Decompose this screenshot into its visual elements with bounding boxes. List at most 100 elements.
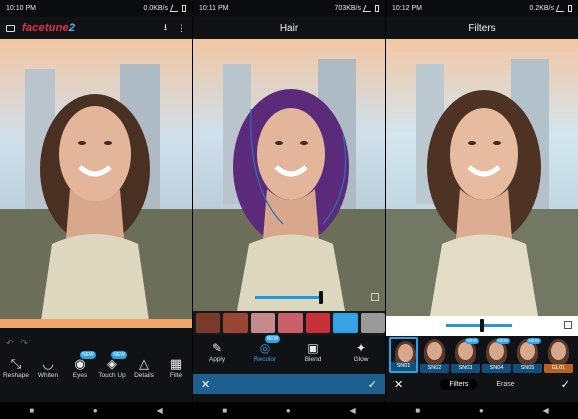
cancel-icon[interactable]: ✕ [201, 378, 210, 391]
color-swatch[interactable] [196, 313, 221, 333]
undo-icon[interactable]: ↶ [6, 338, 14, 349]
recents-icon[interactable]: ■ [29, 406, 34, 415]
filter-thumb-selected[interactable]: SN01 [389, 337, 418, 373]
phone-screen-hair: 10:11 PM 703KB/s Hair ✎ Apply ◎ NEW Reco… [193, 0, 385, 419]
undo-redo-row: ↶ ↷ [0, 336, 192, 350]
tab-erase[interactable]: Erase [487, 379, 523, 390]
tool-details[interactable]: △ Details [128, 356, 160, 379]
filter-label: SN05 [513, 364, 542, 373]
home-icon[interactable]: ● [286, 406, 291, 415]
slider-knob[interactable] [319, 291, 323, 304]
color-swatch[interactable] [278, 313, 303, 333]
tool-eyes[interactable]: ◉ NEW Eyes [64, 351, 96, 379]
thumb-face [458, 342, 473, 360]
tool-touch-up[interactable]: ◈ NEW Touch Up [96, 351, 128, 379]
download-icon[interactable]: ⭳ [164, 20, 167, 36]
tool-label: Eyes [72, 372, 88, 379]
new-badge: NEW [464, 338, 479, 344]
screenshot-strip: 10:10 PM 0.0KB/s facetune2 ⭳ ⋮ ↶ ↷ ⤡ Res… [0, 0, 578, 419]
home-icon[interactable]: ● [479, 406, 484, 415]
brush-icon: ✎ [211, 341, 223, 355]
thumb-face [489, 342, 504, 360]
intensity-slider[interactable] [193, 288, 385, 308]
gallery-icon[interactable] [6, 24, 15, 32]
compare-icon[interactable] [564, 321, 572, 329]
color-swatch[interactable] [223, 313, 248, 333]
filter-thumb[interactable]: GL01 [544, 337, 573, 373]
slider-knob[interactable] [480, 319, 484, 332]
tool-glow[interactable]: ✦ Glow [345, 340, 377, 374]
recents-icon[interactable]: ■ [222, 406, 227, 415]
system-nav-bar: ■ ● ◀ [193, 402, 385, 419]
tool-bar: ⤡ Reshape ◡ Whiten ◉ NEW Eyes ◈ NEW Touch … [0, 351, 192, 394]
confirm-icon[interactable]: ✓ [561, 378, 570, 391]
new-badge: NEW [495, 338, 510, 344]
back-icon[interactable]: ◀ [542, 406, 548, 415]
signal-icon [169, 5, 181, 12]
color-swatch[interactable] [305, 313, 331, 333]
filter-label: SN03 [451, 364, 480, 373]
battery-icon [182, 5, 186, 12]
signal-icon [555, 5, 567, 12]
color-swatch[interactable] [360, 313, 385, 333]
compare-icon[interactable] [371, 293, 379, 301]
action-bar: ✕ ✓ [193, 374, 385, 394]
tool-label: Filte [169, 372, 183, 379]
network-speed: 0.0KB/s [143, 5, 168, 12]
new-badge: NEW [111, 351, 127, 359]
photo-canvas[interactable] [0, 39, 192, 328]
redo-icon[interactable]: ↷ [21, 338, 29, 349]
filter-icon: ▦ [169, 356, 183, 371]
photo-canvas[interactable] [193, 39, 385, 311]
thumb-face [551, 342, 566, 360]
new-badge: NEW [80, 351, 96, 359]
more-menu-icon[interactable]: ⋮ [177, 23, 186, 34]
tool-blend[interactable]: ▣ Blend [297, 340, 329, 374]
filter-label: SN02 [420, 364, 449, 373]
slider-track [255, 296, 321, 299]
tool-label: Reshape [2, 372, 30, 379]
recents-icon[interactable]: ■ [415, 406, 420, 415]
status-time: 10:11 PM [199, 5, 229, 12]
filter-label: SN01 [391, 362, 416, 371]
drop-icon: ◈ NEW [107, 351, 127, 371]
portrait-photo [0, 39, 192, 328]
tool-whiten[interactable]: ◡ Whiten [32, 356, 64, 379]
reshape-icon: ⤡ [10, 356, 22, 371]
filter-thumb[interactable]: NEW SN03 [451, 337, 480, 373]
system-nav-bar: ■ ● ◀ [386, 402, 578, 419]
photo-canvas[interactable] [386, 39, 578, 316]
phone-screen-filters: 10:12 PM 0.2KB/s Filters SN01 SN02 NEW S… [386, 0, 578, 419]
eye-icon: ◉ NEW [74, 351, 96, 371]
tool-label: Details [134, 372, 154, 379]
app-header: facetune2 ⭳ ⋮ [0, 17, 192, 39]
filter-thumb[interactable]: NEW SN05 [513, 337, 542, 373]
tab-filters[interactable]: Filters [440, 379, 478, 390]
portrait-photo-hair [193, 39, 385, 311]
confirm-icon[interactable]: ✓ [368, 378, 377, 391]
filter-carousel: SN01 SN02 NEW SN03 NEW SN04 NEW SN05 GL0… [386, 337, 578, 375]
status-bar: 10:12 PM 0.2KB/s [386, 0, 578, 17]
filter-intensity-slider[interactable] [386, 316, 578, 336]
tool-recolor[interactable]: ◎ NEW Recolor [249, 335, 281, 374]
tool-label: Apply [208, 356, 226, 363]
filter-thumb[interactable]: SN02 [420, 337, 449, 373]
back-icon[interactable]: ◀ [349, 406, 355, 415]
tool-label: Touch Up [98, 372, 126, 379]
home-icon[interactable]: ● [93, 406, 98, 415]
battery-icon [375, 5, 379, 12]
signal-icon [362, 5, 374, 12]
color-swatch-selected[interactable] [333, 313, 358, 333]
tool-apply[interactable]: ✎ Apply [201, 340, 233, 374]
color-swatch[interactable] [250, 313, 276, 333]
system-nav-bar: ■ ● ◀ [0, 402, 192, 419]
hair-color-swatches [193, 311, 385, 335]
tool-label: Recolor [253, 356, 277, 363]
status-bar: 10:10 PM 0.0KB/s [0, 0, 192, 17]
back-icon[interactable]: ◀ [156, 406, 162, 415]
cancel-icon[interactable]: ✕ [394, 378, 403, 391]
thumb-face [398, 344, 413, 362]
tool-reshape[interactable]: ⤡ Reshape [0, 356, 32, 379]
tool-filters[interactable]: ▦ Filte [160, 356, 192, 379]
filter-thumb[interactable]: NEW SN04 [482, 337, 511, 373]
